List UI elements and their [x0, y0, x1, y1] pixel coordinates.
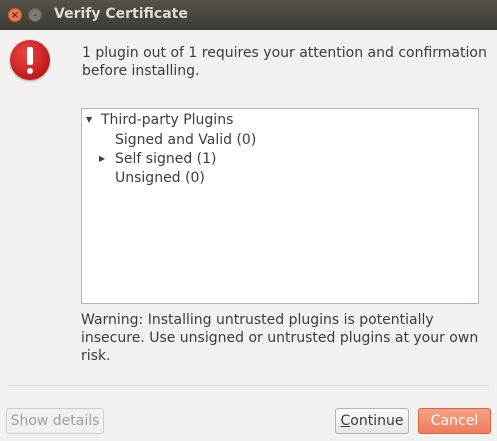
minimize-icon: –: [32, 10, 38, 21]
cancel-button[interactable]: Cancel: [418, 408, 491, 434]
tree-label: Signed and Valid (0): [115, 132, 257, 148]
dialog-message: 1 plugin out of 1 requires your attentio…: [82, 45, 487, 79]
continue-label: ontinue: [350, 413, 404, 429]
close-window-button[interactable]: ×: [8, 8, 22, 22]
continue-button[interactable]: Continue: [335, 408, 409, 434]
warning-text: Warning: Installing untrusted plugins is…: [81, 312, 479, 364]
tree-label: Unsigned (0): [115, 170, 205, 186]
continue-mnemonic: C: [340, 413, 351, 429]
show-details-button[interactable]: Show details: [6, 408, 104, 434]
collapsed-triangle-icon[interactable]: ▶: [99, 149, 105, 169]
tree-label-root: Third-party Plugins: [101, 112, 234, 128]
error-icon: [10, 40, 50, 80]
close-icon: ×: [10, 10, 20, 21]
plugin-tree[interactable]: ▼ Third-party Plugins Signed and Valid (…: [81, 108, 479, 304]
expanded-triangle-icon[interactable]: ▼: [86, 110, 92, 130]
minimize-window-button[interactable]: –: [28, 8, 42, 22]
window-title: Verify Certificate: [54, 6, 188, 22]
window-titlebar[interactable]: × – Verify Certificate: [0, 0, 497, 30]
tree-label: Self signed (1): [115, 151, 217, 167]
separator: [8, 385, 489, 386]
